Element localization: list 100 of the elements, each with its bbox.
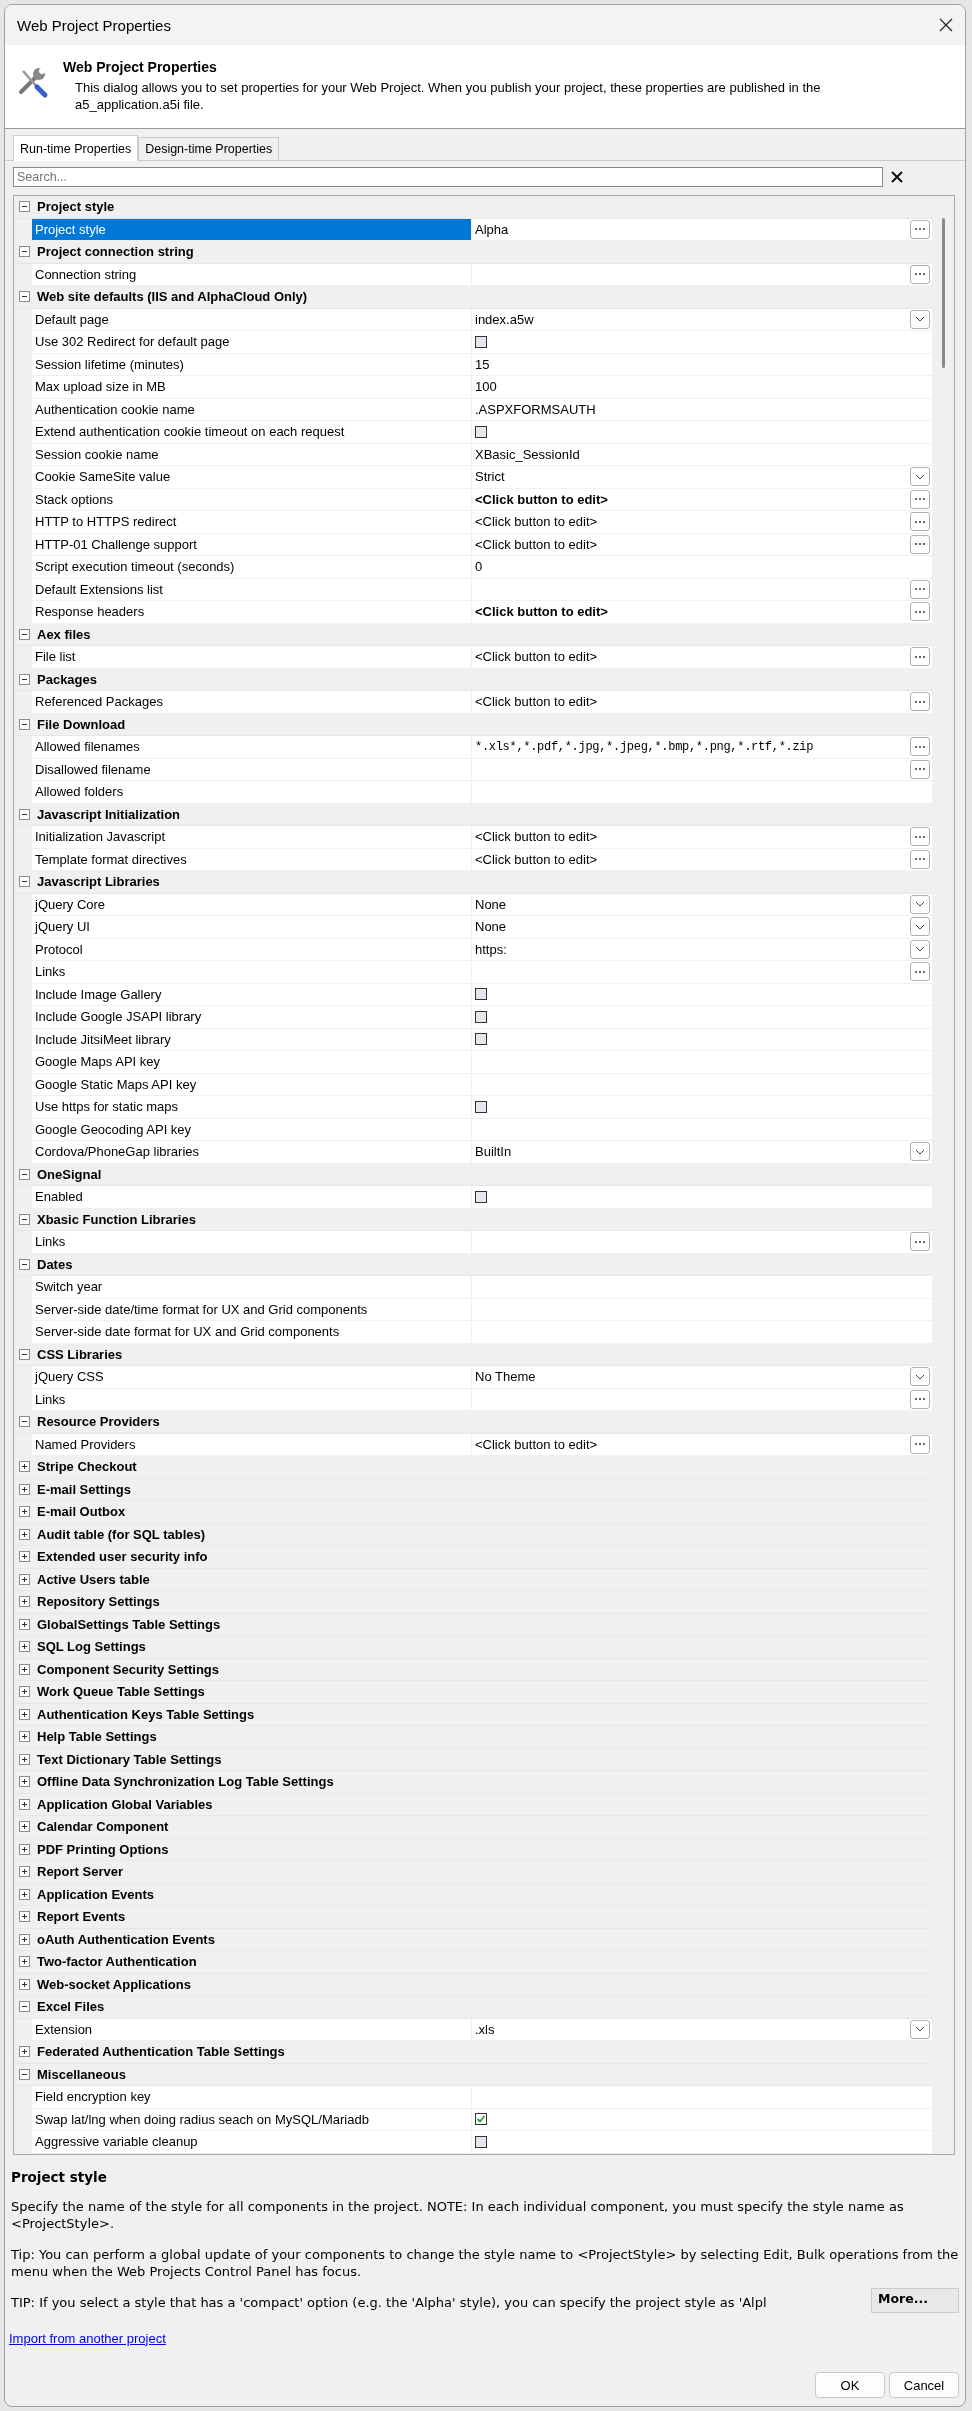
- property-value[interactable]: BuiltIn: [475, 1144, 512, 1160]
- category-title[interactable]: Two-factor Authentication: [37, 1954, 197, 1970]
- plus-box-icon[interactable]: [19, 1573, 30, 1585]
- property-name[interactable]: File list: [32, 646, 472, 668]
- plus-box-icon[interactable]: [19, 1528, 30, 1540]
- property-name[interactable]: Cookie SameSite value: [32, 466, 472, 488]
- ellipsis-button[interactable]: [910, 534, 930, 554]
- category-title[interactable]: PDF Printing Options: [37, 1841, 169, 1857]
- property-name[interactable]: jQuery Core: [32, 893, 472, 915]
- category-title[interactable]: Work Queue Table Settings: [37, 1684, 205, 1700]
- ellipsis-button[interactable]: [910, 579, 930, 599]
- dropdown-button[interactable]: [910, 467, 930, 486]
- category-title[interactable]: Miscellaneous: [37, 2066, 126, 2082]
- category-title[interactable]: Packages: [37, 671, 97, 687]
- category-title[interactable]: Xbasic Function Libraries: [37, 1211, 196, 1227]
- category-title[interactable]: Authentication Keys Table Settings: [37, 1706, 255, 1722]
- property-name[interactable]: Response headers: [32, 601, 472, 623]
- ellipsis-button[interactable]: [910, 512, 930, 531]
- property-value[interactable]: <Click button to edit>: [475, 694, 598, 710]
- property-value[interactable]: None: [475, 919, 507, 935]
- category-title[interactable]: E-mail Outbox: [37, 1504, 126, 1520]
- property-name[interactable]: Script execution timeout (seconds): [32, 556, 472, 578]
- ellipsis-button[interactable]: [910, 489, 930, 509]
- minus-box-icon[interactable]: [19, 876, 30, 888]
- property-value[interactable]: <Click button to edit>: [475, 829, 598, 845]
- property-value[interactable]: Alpha: [475, 221, 509, 237]
- ellipsis-button[interactable]: [910, 759, 930, 779]
- dropdown-button[interactable]: [910, 1142, 930, 1161]
- property-value[interactable]: 15: [475, 356, 490, 372]
- property-value[interactable]: <Click button to edit>: [475, 1436, 598, 1452]
- category-title[interactable]: GlobalSettings Table Settings: [37, 1616, 221, 1632]
- minus-box-icon[interactable]: [19, 201, 30, 213]
- ellipsis-button[interactable]: [910, 647, 930, 666]
- dropdown-button[interactable]: [910, 917, 930, 936]
- category-title[interactable]: Report Events: [37, 1909, 126, 1925]
- dropdown-button[interactable]: [910, 1367, 930, 1386]
- property-name[interactable]: Project style: [32, 218, 472, 240]
- checkbox[interactable]: [475, 2113, 487, 2126]
- property-name[interactable]: Authentication cookie name: [32, 398, 472, 420]
- property-value[interactable]: <Click button to edit>: [475, 604, 608, 620]
- property-name[interactable]: Session lifetime (minutes): [32, 353, 472, 375]
- property-value[interactable]: XBasic_SessionId: [475, 446, 580, 462]
- minus-box-icon[interactable]: [19, 673, 30, 685]
- property-value[interactable]: <Click button to edit>: [475, 491, 608, 507]
- ellipsis-button[interactable]: [910, 1389, 930, 1409]
- plus-box-icon[interactable]: [19, 1551, 30, 1563]
- import-link[interactable]: Import from another project: [9, 2330, 166, 2346]
- plus-box-icon[interactable]: [19, 1933, 30, 1945]
- plus-box-icon[interactable]: [19, 1708, 30, 1720]
- checkbox[interactable]: [475, 1190, 487, 1203]
- category-title[interactable]: File Download: [37, 716, 126, 732]
- property-value[interactable]: None: [475, 896, 507, 912]
- property-name[interactable]: Template format directives: [32, 848, 472, 870]
- category-title[interactable]: Stripe Checkout: [37, 1459, 137, 1475]
- plus-box-icon[interactable]: [19, 1956, 30, 1968]
- category-title[interactable]: Aex files: [37, 626, 91, 642]
- category-title[interactable]: Application Events: [37, 1886, 155, 1902]
- property-name[interactable]: Allowed filenames: [32, 736, 472, 758]
- minus-box-icon[interactable]: [19, 718, 30, 730]
- plus-box-icon[interactable]: [19, 1483, 30, 1495]
- checkbox[interactable]: [475, 335, 487, 348]
- category-title[interactable]: Report Server: [37, 1864, 123, 1880]
- checkbox[interactable]: [475, 1010, 487, 1023]
- property-name[interactable]: Initialization Javascript: [32, 826, 472, 848]
- plus-box-icon[interactable]: [19, 1663, 30, 1675]
- category-title[interactable]: Calendar Component: [37, 1819, 169, 1835]
- close-icon[interactable]: [891, 171, 903, 183]
- category-title[interactable]: Extended user security info: [37, 1549, 208, 1565]
- ellipsis-button[interactable]: [910, 219, 930, 239]
- minus-box-icon[interactable]: [19, 1348, 30, 1360]
- minus-box-icon[interactable]: [19, 246, 30, 258]
- property-name[interactable]: Named Providers: [32, 1433, 472, 1455]
- category-title[interactable]: Project connection string: [37, 244, 194, 260]
- minus-box-icon[interactable]: [19, 628, 30, 640]
- property-value[interactable]: .xls: [475, 2021, 495, 2037]
- property-value[interactable]: <Click button to edit>: [475, 536, 598, 552]
- category-title[interactable]: Audit table (for SQL tables): [37, 1526, 206, 1542]
- property-name[interactable]: Cordova/PhoneGap libraries: [32, 1141, 472, 1163]
- category-title[interactable]: Project style: [37, 199, 115, 215]
- minus-box-icon[interactable]: [19, 1213, 30, 1225]
- property-value[interactable]: <Click button to edit>: [475, 649, 598, 665]
- checkbox[interactable]: [475, 1033, 487, 1046]
- property-value[interactable]: index.a5w: [475, 311, 534, 327]
- minus-box-icon[interactable]: [19, 1258, 30, 1270]
- tab[interactable]: Design-time Properties: [138, 137, 280, 160]
- ellipsis-button[interactable]: [910, 849, 930, 869]
- property-name[interactable]: Session cookie name: [32, 443, 472, 465]
- minus-box-icon[interactable]: [19, 1168, 30, 1180]
- plus-box-icon[interactable]: [19, 1686, 30, 1698]
- plus-box-icon[interactable]: [19, 1641, 30, 1653]
- plus-box-icon[interactable]: [19, 2046, 30, 2058]
- category-title[interactable]: CSS Libraries: [37, 1346, 123, 1362]
- ellipsis-button[interactable]: [910, 692, 930, 711]
- dialog-button[interactable]: Cancel: [889, 2372, 959, 2398]
- property-name[interactable]: HTTP-01 Challenge support: [32, 533, 472, 555]
- property-name[interactable]: Extension: [32, 2018, 472, 2040]
- minus-box-icon[interactable]: [19, 2001, 30, 2013]
- property-value[interactable]: https:: [475, 941, 507, 957]
- minus-box-icon[interactable]: [19, 2068, 30, 2080]
- property-name[interactable]: HTTP to HTTPS redirect: [32, 511, 472, 533]
